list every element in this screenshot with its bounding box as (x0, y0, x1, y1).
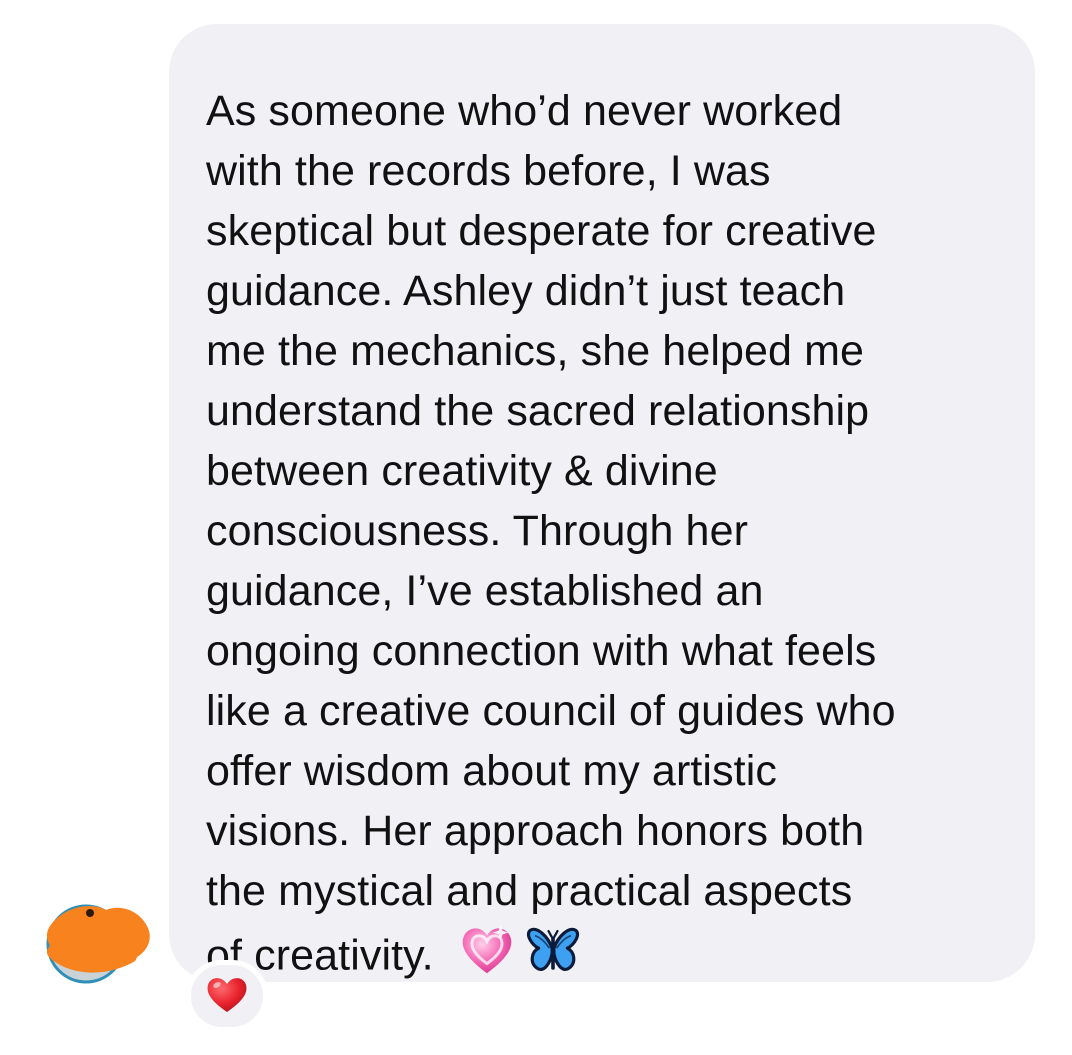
message-line: me the mechanics, she helped me (206, 327, 865, 375)
avatar[interactable] (44, 900, 150, 984)
message-bubble[interactable]: As someone who’d never worked with the r… (169, 24, 1035, 982)
message-line: visions. Her approach honors both (206, 807, 865, 855)
message-line: like a creative council of guides who (206, 687, 896, 735)
message-line: guidance, I’ve established an (206, 567, 764, 615)
message-text: As someone who’d never worked with the r… (206, 81, 1005, 995)
red-heart-icon (205, 974, 249, 1019)
message-line: As someone who’d never worked (206, 87, 843, 135)
message-line: the mystical and practical aspects (206, 867, 853, 915)
message-line: offer wisdom about my artistic (206, 747, 777, 795)
message-line: skeptical but desperate for creative (206, 207, 877, 255)
message-line: between creativity & divine (206, 447, 718, 495)
reaction-badge[interactable] (186, 960, 268, 1032)
message-line: understand the sacred relationship (206, 387, 870, 435)
butterfly-icon (526, 923, 580, 993)
message-last-line: of creativity. (206, 921, 1005, 995)
message-line: consciousness. Through her (206, 507, 749, 555)
message-line: ongoing connection with what feels (206, 627, 877, 675)
sparkling-heart-icon (458, 921, 516, 995)
message-line: with the records before, I was (206, 147, 771, 195)
message-line: guidance. Ashley didn’t just teach (206, 267, 846, 315)
